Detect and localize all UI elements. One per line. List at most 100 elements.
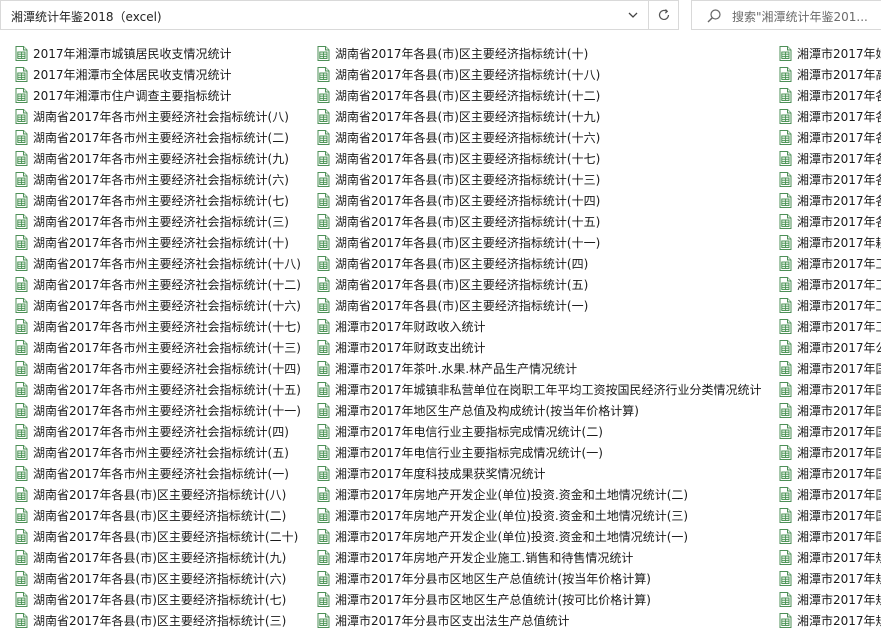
spreadsheet-file-icon [779,403,792,418]
file-item[interactable]: 2017年湘潭市全体居民收支情况统计 [15,64,301,85]
file-item[interactable]: 湖南省2017年各县(市)区主要经济指标统计(五) [317,274,762,295]
file-item[interactable]: 湘潭市2017年各 [779,85,881,106]
file-item[interactable]: 湘潭市2017年公 [779,337,881,358]
file-item[interactable]: 湖南省2017年各县(市)区主要经济指标统计(六) [15,568,301,589]
file-item[interactable]: 2017年湘潭市住户调查主要指标统计 [15,85,301,106]
file-item[interactable]: 湘潭市2017年国 [779,400,881,421]
file-item[interactable]: 湖南省2017年各县(市)区主要经济指标统计(七) [15,589,301,610]
file-item[interactable]: 湖南省2017年各市州主要经济社会指标统计(五) [15,442,301,463]
file-item[interactable]: 湘潭市2017年各 [779,169,881,190]
file-item[interactable]: 湖南省2017年各市州主要经济社会指标统计(十) [15,232,301,253]
file-item[interactable]: 湘潭市2017年工 [779,295,881,316]
file-item[interactable]: 湖南省2017年各市州主要经济社会指标统计(十七) [15,316,301,337]
search-box[interactable]: 搜索"湘潭统计年鉴201... [691,0,881,30]
file-item[interactable]: 湘潭市2017年电信行业主要指标完成情况统计(二) [317,421,762,442]
file-item[interactable]: 湖南省2017年各县(市)区主要经济指标统计(十九) [317,106,762,127]
file-item[interactable]: 湘潭市2017年电信行业主要指标完成情况统计(一) [317,442,762,463]
file-item[interactable]: 湘潭市2017年国 [779,463,881,484]
spreadsheet-file-icon [15,67,28,82]
file-item[interactable]: 湖南省2017年各县(市)区主要经济指标统计(二十) [15,526,301,547]
file-item[interactable]: 湖南省2017年各市州主要经济社会指标统计(十二) [15,274,301,295]
search-input[interactable]: 搜索"湘潭统计年鉴201... [732,8,868,25]
file-item[interactable]: 湖南省2017年各市州主要经济社会指标统计(七) [15,190,301,211]
file-name: 湘潭市2017年国 [797,362,881,376]
file-item[interactable]: 湖南省2017年各市州主要经济社会指标统计(十三) [15,337,301,358]
file-item[interactable]: 湘潭市2017年房地产开发企业(单位)投资.资金和土地情况统计(二) [317,484,762,505]
file-item[interactable]: 湖南省2017年各县(市)区主要经济指标统计(十) [317,43,762,64]
file-item[interactable]: 湖南省2017年各县(市)区主要经济指标统计(八) [15,484,301,505]
file-item[interactable]: 湖南省2017年各县(市)区主要经济指标统计(十一) [317,232,762,253]
file-item[interactable]: 湘潭市2017年规 [779,589,881,610]
file-item[interactable]: 湘潭市2017年国 [779,526,881,547]
file-item[interactable]: 湖南省2017年各市州主要经济社会指标统计(八) [15,106,301,127]
file-item[interactable]: 湖南省2017年各县(市)区主要经济指标统计(十六) [317,127,762,148]
file-item[interactable]: 湖南省2017年各县(市)区主要经济指标统计(四) [317,253,762,274]
file-name: 湘潭市2017年妇 [797,47,881,61]
file-item[interactable]: 湘潭市2017年房地产开发企业(单位)投资.资金和土地情况统计(三) [317,505,762,526]
file-item[interactable]: 湖南省2017年各县(市)区主要经济指标统计(一) [317,295,762,316]
file-item[interactable]: 湘潭市2017年各 [779,148,881,169]
file-name: 湘潭市2017年分县市区地区生产总值统计(按可比价格计算) [335,593,651,607]
spreadsheet-file-icon [779,508,792,523]
file-item[interactable]: 湖南省2017年各县(市)区主要经济指标统计(十二) [317,85,762,106]
file-item[interactable]: 湘潭市2017年度科技成果获奖情况统计 [317,463,762,484]
file-item[interactable]: 湖南省2017年各市州主要经济社会指标统计(三) [15,211,301,232]
file-item[interactable]: 湘潭市2017年工 [779,253,881,274]
file-name: 湖南省2017年各市州主要经济社会指标统计(九) [33,152,289,166]
file-item[interactable]: 湘潭市2017年各 [779,106,881,127]
file-item[interactable]: 湖南省2017年各市州主要经济社会指标统计(九) [15,148,301,169]
file-item[interactable]: 湘潭市2017年茶叶.水果.林产品生产情况统计 [317,358,762,379]
file-item[interactable]: 湖南省2017年各县(市)区主要经济指标统计(十八) [317,64,762,85]
file-item[interactable]: 湖南省2017年各县(市)区主要经济指标统计(十五) [317,211,762,232]
file-item[interactable]: 湘潭市2017年国 [779,442,881,463]
file-item[interactable]: 湖南省2017年各市州主要经济社会指标统计(四) [15,421,301,442]
file-item[interactable]: 湘潭市2017年国 [779,358,881,379]
file-item[interactable]: 湘潭市2017年各 [779,127,881,148]
spreadsheet-file-icon [15,46,28,61]
file-item[interactable]: 湖南省2017年各县(市)区主要经济指标统计(九) [15,547,301,568]
file-item[interactable]: 湘潭市2017年地区生产总值及构成统计(按当年价格计算) [317,400,762,421]
file-item[interactable]: 湘潭市2017年房地产开发企业(单位)投资.资金和土地情况统计(一) [317,526,762,547]
file-name: 湘潭市2017年工 [797,299,881,313]
file-item[interactable]: 湘潭市2017年房地产开发企业施工.销售和待售情况统计 [317,547,762,568]
file-item[interactable]: 湖南省2017年各市州主要经济社会指标统计(十六) [15,295,301,316]
file-item[interactable]: 湖南省2017年各县(市)区主要经济指标统计(十三) [317,169,762,190]
refresh-button[interactable] [649,0,679,30]
file-item[interactable]: 湖南省2017年各县(市)区主要经济指标统计(十七) [317,148,762,169]
file-item[interactable]: 湘潭市2017年高 [779,64,881,85]
file-item[interactable]: 2017年湘潭市城镇居民收支情况统计 [15,43,301,64]
file-item[interactable]: 湘潭市2017年规 [779,610,881,631]
spreadsheet-file-icon [15,193,28,208]
file-item[interactable]: 湘潭市2017年国 [779,505,881,526]
file-item[interactable]: 湖南省2017年各县(市)区主要经济指标统计(十四) [317,190,762,211]
file-item[interactable]: 湘潭市2017年规 [779,568,881,589]
file-item[interactable]: 湘潭市2017年规 [779,547,881,568]
file-item[interactable]: 湘潭市2017年工 [779,274,881,295]
file-item[interactable]: 湘潭市2017年各 [779,211,881,232]
file-item[interactable]: 湖南省2017年各县(市)区主要经济指标统计(三) [15,610,301,631]
file-item[interactable]: 湘潭市2017年国 [779,379,881,400]
file-item[interactable]: 湘潭市2017年国 [779,484,881,505]
file-item[interactable]: 湘潭市2017年分县市区支出法生产总值统计 [317,610,762,631]
file-item[interactable]: 湖南省2017年各市州主要经济社会指标统计(十一) [15,400,301,421]
file-item[interactable]: 湖南省2017年各县(市)区主要经济指标统计(二) [15,505,301,526]
file-item[interactable]: 湖南省2017年各市州主要经济社会指标统计(六) [15,169,301,190]
spreadsheet-file-icon [15,466,28,481]
file-item[interactable]: 湖南省2017年各市州主要经济社会指标统计(十五) [15,379,301,400]
file-item[interactable]: 湘潭市2017年城镇非私营单位在岗职工年平均工资按国民经济行业分类情况统计 [317,379,762,400]
file-item[interactable]: 湘潭市2017年财政支出统计 [317,337,762,358]
file-item[interactable]: 湘潭市2017年耕 [779,232,881,253]
address-bar[interactable]: 湘潭统计年鉴2018（excel) [0,0,649,30]
file-item[interactable]: 湘潭市2017年各 [779,190,881,211]
file-item[interactable]: 湘潭市2017年财政收入统计 [317,316,762,337]
file-item[interactable]: 湖南省2017年各市州主要经济社会指标统计(十四) [15,358,301,379]
file-item[interactable]: 湘潭市2017年工 [779,316,881,337]
file-item[interactable]: 湖南省2017年各市州主要经济社会指标统计(二) [15,127,301,148]
file-item[interactable]: 湖南省2017年各市州主要经济社会指标统计(一) [15,463,301,484]
file-item[interactable]: 湘潭市2017年分县市区地区生产总值统计(按可比价格计算) [317,589,762,610]
file-item[interactable]: 湘潭市2017年妇 [779,43,881,64]
file-item[interactable]: 湖南省2017年各市州主要经济社会指标统计(十八) [15,253,301,274]
file-item[interactable]: 湘潭市2017年分县市区地区生产总值统计(按当年价格计算) [317,568,762,589]
address-history-button[interactable] [618,1,648,29]
file-item[interactable]: 湘潭市2017年国 [779,421,881,442]
